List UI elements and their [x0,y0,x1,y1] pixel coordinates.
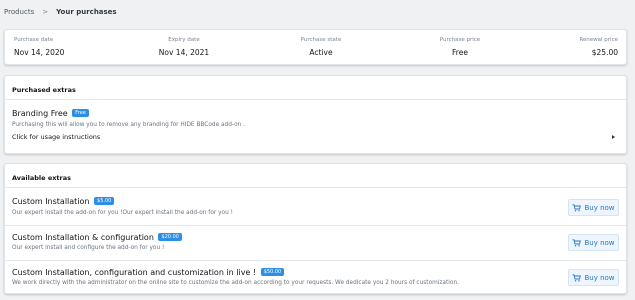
cart-icon [572,273,582,282]
usage-instructions-toggle[interactable]: Click for usage instructions [12,133,100,141]
breadcrumb-current: Your purchases [56,8,117,16]
available-item-title: Custom Installation $5.00 [12,196,115,206]
expiry-date-block: Expiry date Nov 14, 2021 [134,37,234,57]
buy-now-button[interactable]: Buy now [568,234,619,251]
section-divider [5,99,626,100]
purchase-date-label: Purchase date [14,37,54,43]
available-item-description: We work directly with the administrator … [12,280,459,286]
available-item-name: Custom Installation, configuration and c… [12,268,257,277]
renewal-price-label: Renewal price [579,37,618,43]
purchase-state-block: Purchase state Active [271,37,371,57]
cart-icon [572,203,582,212]
section-divider [5,187,626,188]
extra-item-badge: Free [72,108,89,117]
price-badge: $5.00 [94,196,115,205]
purchase-date-block: Purchase date Nov 14, 2020 [14,37,114,57]
purchase-state-label: Purchase state [300,37,342,43]
expiry-date-value: Nov 14, 2021 [158,48,210,57]
purchased-extras-title: Purchased extras [12,86,76,94]
caret-right-icon[interactable] [612,135,615,139]
chevron-right-icon: > [42,8,49,16]
buy-now-button[interactable]: Buy now [568,199,619,216]
purchased-extras-card: Purchased extras Branding Free Free Purc… [4,75,627,154]
extra-item-name: Branding Free [12,109,68,118]
buy-now-label: Buy now [584,238,615,247]
purchase-summary-card: Purchase date Nov 14, 2020 Expiry date N… [4,29,627,65]
breadcrumb-products-link[interactable]: Products [4,8,34,16]
price-badge: $20.00 [158,232,182,241]
buy-now-label: Buy now [584,273,615,282]
available-item-title: Custom Installation, configuration and c… [12,267,285,277]
row-divider [5,225,626,226]
available-extras-title: Available extras [12,174,71,182]
available-item-name: Custom Installation & configuration [12,233,154,242]
available-extras-card: Available extras Custom Installation $5.… [4,163,627,294]
available-item-description: Our expert install the add-on for you !O… [12,210,233,216]
price-badge: $50.00 [260,267,285,276]
available-item-description: Our expert install and configure the add… [12,245,165,251]
buy-now-label: Buy now [584,203,615,212]
breadcrumb: Products > Your purchases [4,8,117,16]
buy-now-button[interactable]: Buy now [568,269,619,286]
row-divider [5,260,626,261]
cart-icon [572,238,582,247]
available-item-title: Custom Installation & configuration $20.… [12,232,182,242]
extra-item-description: Purchasing this will allow you to remove… [12,122,245,128]
purchase-price-value: Free [452,48,468,57]
available-item-name: Custom Installation [12,197,90,206]
purchase-state-value: Active [309,48,333,57]
purchase-date-value: Nov 14, 2020 [14,48,65,57]
renewal-price-block: Renewal price $25.00 [518,37,618,57]
expiry-date-label: Expiry date [168,37,200,43]
extra-item-title: Branding Free Free [12,108,89,118]
purchase-price-label: Purchase price [439,37,481,43]
purchase-price-block: Purchase price Free [410,37,510,57]
renewal-price-value: $25.00 [591,48,618,57]
